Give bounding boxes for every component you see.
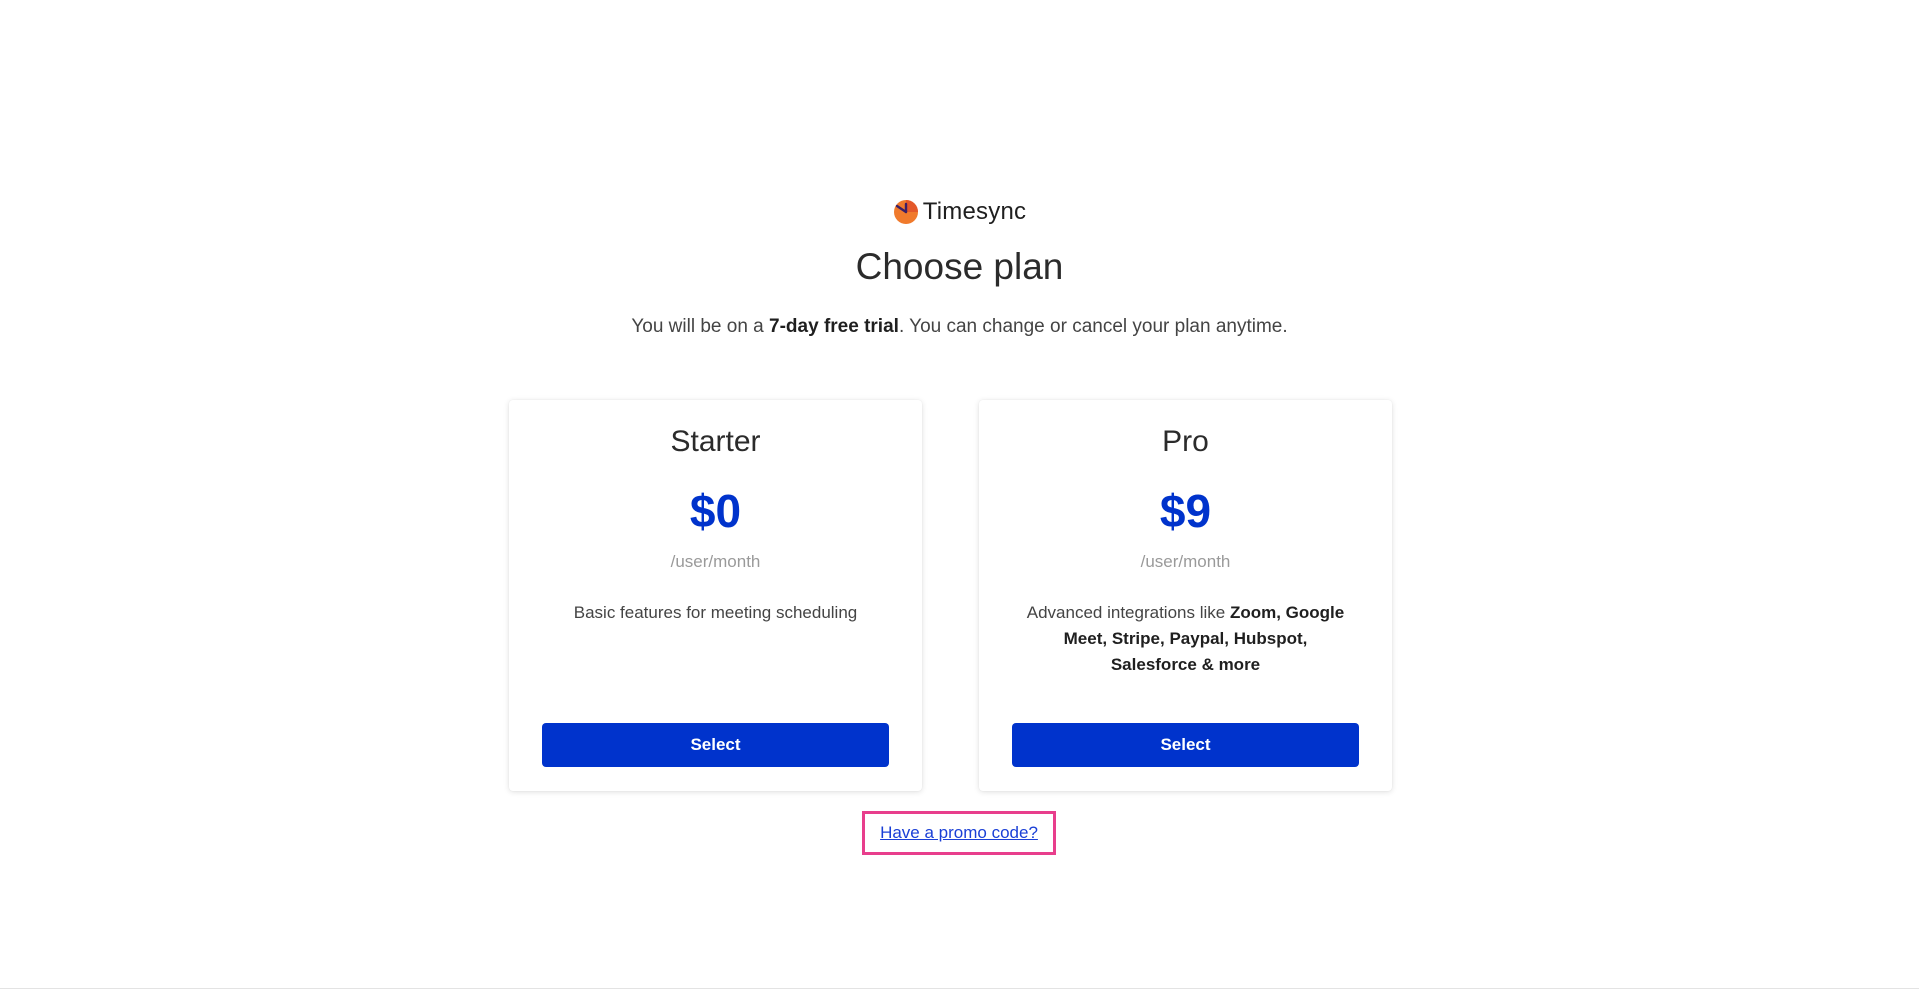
select-pro-button[interactable]: Select [1012, 723, 1359, 767]
plan-card-starter: Starter $0 /user/month Basic features fo… [509, 400, 922, 791]
page-subtitle: You will be on a 7-day free trial. You c… [0, 316, 1919, 338]
plan-card-pro: Pro $9 /user/month Advanced integrations… [979, 400, 1392, 791]
plan-unit: /user/month [670, 552, 761, 571]
choose-plan-page: Timesync Choose plan You will be on a 7-… [0, 0, 1919, 990]
promo-code-highlight: Have a promo code? [862, 811, 1056, 855]
subtitle-prefix: You will be on a [631, 316, 770, 337]
plan-price: $9 [1159, 485, 1212, 537]
subtitle-trial-emphasis: 7-day free trial [769, 316, 899, 337]
plan-name: Pro [1162, 425, 1209, 458]
subtitle-suffix: . You can change or cancel your plan any… [898, 316, 1288, 337]
promo-code-link[interactable]: Have a promo code? [880, 823, 1038, 843]
clock-pie-icon [893, 199, 919, 225]
plan-unit: /user/month [1140, 552, 1231, 571]
brand-name: Timesync [922, 198, 1027, 225]
select-starter-button[interactable]: Select [542, 723, 889, 767]
page-title: Choose plan [855, 246, 1064, 287]
plan-description-text: Advanced integrations like [1026, 603, 1230, 622]
brand: Timesync [0, 198, 1919, 226]
plan-description: Basic features for meeting scheduling [549, 600, 882, 626]
plan-price: $0 [689, 485, 742, 537]
bottom-divider [0, 988, 1919, 989]
plan-name: Starter [670, 425, 761, 458]
plan-description-text: Basic features for meeting scheduling [573, 603, 858, 622]
plan-description: Advanced integrations like Zoom, Google … [1019, 600, 1352, 678]
